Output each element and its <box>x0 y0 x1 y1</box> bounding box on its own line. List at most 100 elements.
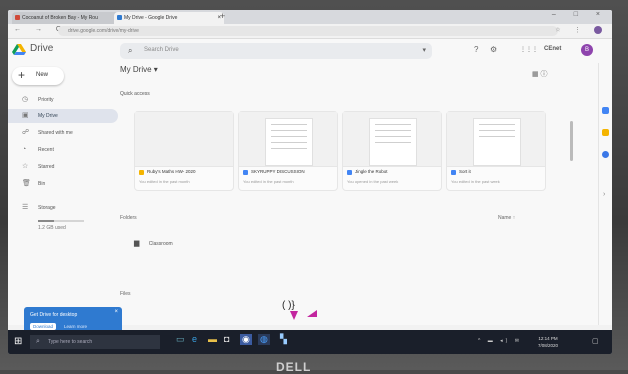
doc-preview <box>369 118 417 166</box>
file-thumbnail <box>135 112 233 167</box>
shared-icon: ☍ <box>22 129 30 136</box>
star-icon: ☆ <box>22 163 29 170</box>
handwritten-mark: ( )} <box>282 300 295 311</box>
folder-icon: ▆ <box>134 240 140 247</box>
tab-active[interactable]: My Drive - Google Drive × <box>114 12 224 24</box>
sidebar-item-storage[interactable]: ☰ Storage <box>8 201 118 215</box>
sort-button[interactable]: Name ↑ <box>498 215 515 221</box>
quick-access-heading: Quick access <box>120 91 150 97</box>
tasks-icon[interactable] <box>602 151 609 158</box>
bin-icon: 🗑 <box>22 180 31 187</box>
search-input[interactable]: ⌕ Search Drive ▾ <box>120 43 432 59</box>
file-activity: You opened in the past week <box>347 179 399 184</box>
docs-file-icon <box>243 170 248 175</box>
plus-icon: + <box>18 68 26 82</box>
search-icon[interactable]: ⌕ <box>128 46 132 56</box>
scrollbar[interactable] <box>570 121 573 161</box>
files-heading: Files <box>120 291 131 297</box>
recent-icon: ◔ <box>22 146 27 153</box>
search-options-icon[interactable]: ▾ <box>422 46 426 54</box>
window-controls[interactable]: – □ × <box>552 11 608 18</box>
sidebar-item-label: Shared with me <box>38 130 73 136</box>
new-button-label: New <box>36 72 49 78</box>
view-info-icons[interactable]: ▦ ⓘ <box>532 69 548 79</box>
edge-icon[interactable]: e <box>192 334 197 344</box>
task-view-icon[interactable]: ▭ <box>176 334 185 345</box>
my-drive-icon: ▣ <box>22 112 29 119</box>
help-icon[interactable]: ? <box>474 45 478 54</box>
apps-grid-icon[interactable]: ⋮⋮⋮ <box>520 46 538 53</box>
quick-access-card[interactable]: Jingle the Robot You opened in the past … <box>342 111 442 191</box>
folder-name: Classroom <box>148 241 173 247</box>
tab-label: My Drive - Google Drive <box>124 15 178 21</box>
drive-logo-icon <box>12 44 26 55</box>
quick-access-card[interactable]: Ruby's Maths HW- 2020 You edited in the … <box>134 111 234 191</box>
sidebar-item-label: Bin <box>38 181 46 187</box>
system-tray[interactable]: ^ ▬ ◂) ✉ <box>478 338 522 344</box>
storage-bar <box>38 220 84 222</box>
profile-icon[interactable] <box>594 26 602 34</box>
search-icon: ⌕ <box>36 338 40 345</box>
calendar-icon[interactable] <box>602 107 609 114</box>
clock[interactable]: 12:14 PM 7/08/2020 <box>538 335 558 349</box>
drive-header: Drive ⌕ Search Drive ▾ ? ⚙ ⋮⋮⋮ CEnet B <box>8 39 612 63</box>
quick-access-card[interactable]: SKYRUPPY DISCUSSION You edited in the pa… <box>238 111 338 191</box>
taskbar-search-placeholder: Type here to search <box>48 339 93 345</box>
drive-favicon-icon <box>117 15 122 20</box>
file-thumbnail <box>239 112 337 167</box>
docs-file-icon <box>347 170 352 175</box>
quick-access-card[interactable]: Sort it You edited in the past week <box>446 111 546 191</box>
address-bar: ← → C ⌂ drive.google.com/drive/my-drive … <box>8 24 612 39</box>
dell-logo: DELL <box>276 360 312 374</box>
file-explorer-icon[interactable]: ▬ <box>208 334 217 344</box>
account-avatar[interactable]: B <box>581 44 593 56</box>
learn-more-link[interactable]: Learn more <box>64 324 87 329</box>
drive-title: Drive <box>30 43 54 54</box>
url-field[interactable]: drive.google.com/drive/my-drive <box>58 26 558 36</box>
camera-app-icon[interactable]: ◉ <box>240 334 252 345</box>
clock-time: 12:14 PM <box>538 336 558 341</box>
sidebar-item-priority[interactable]: ◷ Priority <box>8 93 118 107</box>
notification-icon[interactable]: ▢ <box>592 337 599 345</box>
doc-preview <box>473 118 521 166</box>
tab-inactive[interactable]: Cocoanut of Broken Bay - My Rou × <box>12 12 122 24</box>
sidebar-item-recent[interactable]: ◔ Recent <box>8 143 118 157</box>
sidebar-item-starred[interactable]: ☆ Starred <box>8 160 118 174</box>
file-name: SKYRUPPY DISCUSSION <box>251 169 305 174</box>
chrome-icon[interactable]: ◍ <box>258 334 270 345</box>
store-icon[interactable]: ◘ <box>224 334 229 344</box>
keep-icon[interactable] <box>602 129 609 136</box>
storage-bar-fill <box>38 220 54 222</box>
file-activity: You edited in the past month <box>139 179 190 184</box>
browser-menu-icons[interactable]: ☆ ⋮ <box>555 26 602 34</box>
side-panel-collapse-icon[interactable]: › <box>603 191 605 198</box>
folder-item[interactable]: ▆ Classroom <box>134 239 173 247</box>
toast-title: Get Drive for desktop <box>30 312 78 318</box>
page-title[interactable]: My Drive ▾ <box>120 65 158 74</box>
sidebar-item-bin[interactable]: 🗑 Bin <box>8 177 118 191</box>
sidebar-item-my-drive[interactable]: ▣ My Drive <box>8 109 118 123</box>
browser-tabbar: Cocoanut of Broken Bay - My Rou × My Dri… <box>8 10 612 24</box>
new-button[interactable]: + New <box>12 67 64 85</box>
file-activity: You edited in the past month <box>243 179 294 184</box>
taskbar-search-input[interactable]: ⌕ Type here to search <box>30 335 160 349</box>
sidebar-item-label: Storage <box>38 205 56 211</box>
side-panel: › <box>598 63 612 325</box>
sidebar-item-label: Recent <box>38 147 54 153</box>
slides-file-icon <box>139 170 144 175</box>
file-name: Jingle the Robot <box>355 169 388 174</box>
settings-icon[interactable]: ⚙ <box>490 45 497 54</box>
download-button[interactable]: Download <box>30 323 57 330</box>
sidebar-item-label: Starred <box>38 164 55 170</box>
sidebar-item-shared[interactable]: ☍ Shared with me <box>8 126 118 140</box>
main-content: My Drive ▾ Quick access Ruby's Maths HW-… <box>120 63 570 325</box>
sidebar-item-label: Priority <box>38 97 54 103</box>
new-tab-button[interactable]: + <box>220 11 225 21</box>
windows-start-icon[interactable]: ⊞ <box>14 336 22 347</box>
doc-preview <box>265 118 313 166</box>
storage-icon: ☰ <box>22 204 29 211</box>
file-activity: You edited in the past week <box>451 179 500 184</box>
file-name: Ruby's Maths HW- 2020 <box>147 169 196 174</box>
close-icon[interactable]: × <box>114 309 118 315</box>
app-icon[interactable]: ▚ <box>280 334 287 345</box>
